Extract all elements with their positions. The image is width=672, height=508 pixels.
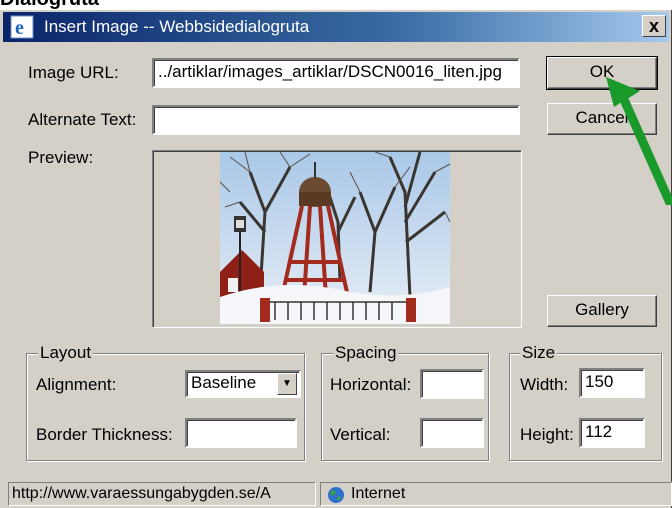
- border-thickness-input[interactable]: [185, 418, 297, 448]
- window-title: Insert Image -- Webbsidedialogruta: [44, 17, 310, 36]
- status-url: http://www.varaessungabygden.se/A: [8, 482, 316, 506]
- status-zone-label: Internet: [351, 485, 406, 502]
- close-button[interactable]: x: [642, 15, 666, 37]
- alignment-value: Baseline: [191, 373, 257, 392]
- status-zone: Internet: [320, 482, 672, 506]
- alternate-text-label: Alternate Text:: [28, 110, 137, 129]
- vertical-spacing-input[interactable]: [420, 418, 484, 448]
- annotation-arrow: [606, 77, 672, 205]
- gallery-button[interactable]: Gallery: [547, 295, 657, 327]
- image-url-label: Image URL:: [28, 63, 119, 82]
- horizontal-spacing-input[interactable]: [420, 369, 484, 399]
- svg-text:e: e: [15, 17, 24, 39]
- height-label: Height:: [520, 425, 574, 444]
- spacing-legend: Spacing: [333, 343, 399, 363]
- layout-legend: Layout: [38, 343, 94, 363]
- vertical-label: Vertical:: [330, 425, 391, 444]
- width-label: Width:: [520, 375, 569, 394]
- border-thickness-label: Border Thickness:: [36, 425, 173, 444]
- globe-icon: [328, 487, 344, 503]
- ie-icon: e: [10, 15, 34, 39]
- size-legend: Size: [520, 343, 558, 363]
- image-url-input[interactable]: ../artiklar/images_artiklar/DSCN0016_lit…: [152, 58, 520, 88]
- horizontal-label: Horizontal:: [330, 375, 412, 394]
- preview-image: [220, 152, 450, 324]
- width-input[interactable]: 150: [579, 368, 645, 398]
- height-input[interactable]: 112: [579, 418, 645, 448]
- alternate-text-input[interactable]: [152, 105, 520, 135]
- alignment-label: Alignment:: [36, 375, 117, 394]
- preview-label: Preview:: [28, 148, 94, 167]
- chevron-down-icon[interactable]: ▼: [277, 373, 297, 395]
